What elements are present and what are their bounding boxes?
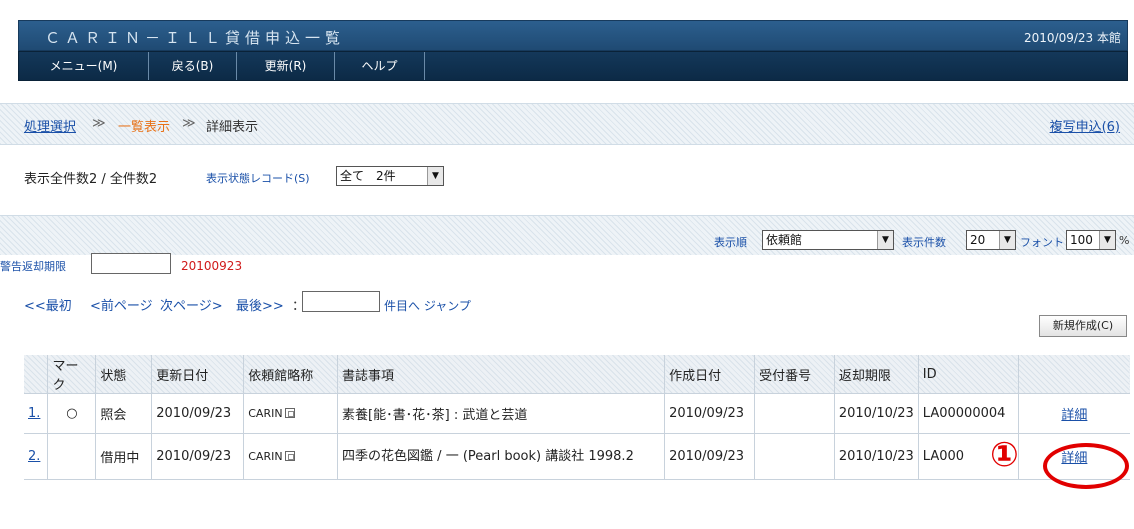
row-number-link[interactable]: 1.	[28, 406, 40, 421]
row-updated-date: 2010/09/23	[151, 393, 245, 434]
row-created-date: 2010/09/23	[664, 393, 756, 434]
row-library-cell: CARIN	[243, 433, 339, 480]
row-due-date: 2010/10/23	[834, 393, 919, 434]
row-library-cell: CARIN	[243, 393, 339, 434]
options-bar: 表示順 依頼館 ▼ 表示件数 20 ▼ フォント 100 ▼ %	[0, 215, 1134, 255]
menu-item-menu[interactable]: メニュー(M)	[19, 52, 149, 80]
table-row: 1. ○ 照会 2010/09/23 CARIN 素養[能･書･花･茶] : 武…	[24, 393, 1130, 434]
record-state-label: 表示状態レコード(S)	[206, 172, 310, 185]
page-jump-link[interactable]: 件目へ ジャンプ	[384, 297, 471, 314]
sort-order-select[interactable]: 依頼館 ▼	[762, 230, 894, 250]
chevron-down-icon: ▼	[877, 231, 893, 249]
header-date-location: 2010/09/23 本館	[1024, 31, 1121, 45]
row-updated-date: 2010/09/23	[151, 433, 245, 480]
app-header: ＣＡＲＩＮ－ＩＬＬ貸借申込一覧 2010/09/23 本館 メニュー(M) 戻る…	[0, 0, 1134, 100]
font-size-value: 100	[1070, 233, 1093, 247]
breadcrumb-detail-view: 詳細表示	[206, 120, 259, 135]
page-last-link[interactable]: 最後>>	[236, 295, 284, 314]
row-due-date: 2010/10/23	[834, 433, 919, 480]
library-info-icon[interactable]	[284, 451, 295, 461]
chevron-down-icon: ▼	[427, 167, 443, 185]
column-header-receipt: 受付番号	[754, 355, 835, 394]
column-header-created: 作成日付	[664, 355, 756, 394]
warning-due-input[interactable]	[91, 253, 171, 274]
column-header-state: 状態	[95, 355, 153, 394]
row-library: CARIN	[248, 450, 283, 463]
row-mark	[47, 433, 97, 480]
breadcrumb-bar: 処理選択 ≫ 一覧表示 ≫ 詳細表示 複写申込(6)	[0, 103, 1134, 145]
row-receipt-number	[754, 393, 835, 434]
annotation-marker: ①	[990, 435, 1019, 475]
copy-request-link[interactable]: 複写申込(6)	[1050, 116, 1120, 135]
page-next-link[interactable]: 次ページ>	[160, 295, 223, 314]
breadcrumb-list-view: 一覧表示	[118, 120, 171, 135]
row-biblio: 四季の花色図鑑 / 一 (Pearl book) 講談社 1998.2	[337, 433, 666, 480]
column-header-mark: マーク	[47, 355, 97, 394]
percent-sign: %	[1119, 234, 1130, 247]
page-prev-link[interactable]: <前ページ	[90, 295, 153, 314]
column-header-num	[24, 355, 49, 394]
warning-due-label: 警告返却期限	[0, 260, 66, 273]
font-size-select[interactable]: 100 ▼	[1066, 230, 1116, 250]
column-header-action	[1018, 355, 1130, 394]
column-header-due: 返却期限	[834, 355, 919, 394]
page-size-label: 表示件数	[902, 236, 946, 249]
chevron-down-icon: ▼	[999, 231, 1015, 249]
sort-order-label: 表示順	[714, 236, 747, 249]
page-size-value: 20	[970, 233, 986, 247]
warning-due-date: 20100923	[181, 259, 243, 273]
row-id: LA00000004	[918, 393, 1019, 434]
column-header-biblio: 書誌事項	[337, 355, 666, 394]
new-record-button[interactable]: 新規作成(C)	[1039, 315, 1127, 337]
page-first-link[interactable]: <<最初	[24, 295, 72, 314]
row-number-link[interactable]: 2.	[28, 449, 40, 464]
breadcrumb-separator: ≫	[92, 116, 106, 131]
column-header-updated: 更新日付	[151, 355, 245, 394]
row-biblio: 素養[能･書･花･茶] : 武道と芸道	[337, 393, 666, 434]
app-title: ＣＡＲＩＮ－ＩＬＬ貸借申込一覧	[45, 29, 346, 47]
row-state: 照会	[95, 393, 153, 434]
row-library: CARIN	[248, 407, 283, 420]
breadcrumb-separator: ≫	[182, 116, 196, 131]
record-state-value: 全て 2件	[340, 169, 396, 183]
row-mark: ○	[47, 393, 97, 434]
sort-order-value: 依頼館	[766, 233, 803, 247]
column-header-id: ID	[918, 355, 1019, 394]
menu-item-refresh[interactable]: 更新(R)	[237, 52, 335, 80]
library-info-icon[interactable]	[284, 408, 295, 418]
row-receipt-number	[754, 433, 835, 480]
page-jump-input[interactable]	[302, 291, 380, 312]
font-size-label: フォント	[1020, 236, 1064, 249]
page-size-select[interactable]: 20 ▼	[966, 230, 1016, 250]
detail-link[interactable]: 詳細	[1061, 408, 1087, 423]
record-count-text: 表示全件数2 / 全件数2	[24, 172, 158, 187]
menu-bar: メニュー(M) 戻る(B) 更新(R) ヘルプ	[18, 51, 1128, 81]
title-bar: ＣＡＲＩＮ－ＩＬＬ貸借申込一覧 2010/09/23 本館	[18, 20, 1128, 51]
request-table: マーク 状態 更新日付 依頼館略称 書誌事項 作成日付 受付番号 返却期限 ID…	[24, 355, 1130, 480]
row-state: 借用中	[95, 433, 153, 480]
table-row: 2. 借用中 2010/09/23 CARIN 四季の花色図鑑 / 一 (Pea…	[24, 433, 1130, 480]
breadcrumb-process-select[interactable]: 処理選択	[24, 116, 76, 135]
menu-item-back[interactable]: 戻る(B)	[149, 52, 237, 80]
table-header-row: マーク 状態 更新日付 依頼館略称 書誌事項 作成日付 受付番号 返却期限 ID	[24, 355, 1130, 394]
menu-item-help[interactable]: ヘルプ	[335, 52, 425, 80]
column-header-library: 依頼館略称	[243, 355, 339, 394]
row-created-date: 2010/09/23	[664, 433, 756, 480]
annotation-highlight-circle	[1043, 443, 1129, 489]
chevron-down-icon: ▼	[1099, 231, 1115, 249]
record-state-select[interactable]: 全て 2件 ▼	[336, 166, 444, 186]
